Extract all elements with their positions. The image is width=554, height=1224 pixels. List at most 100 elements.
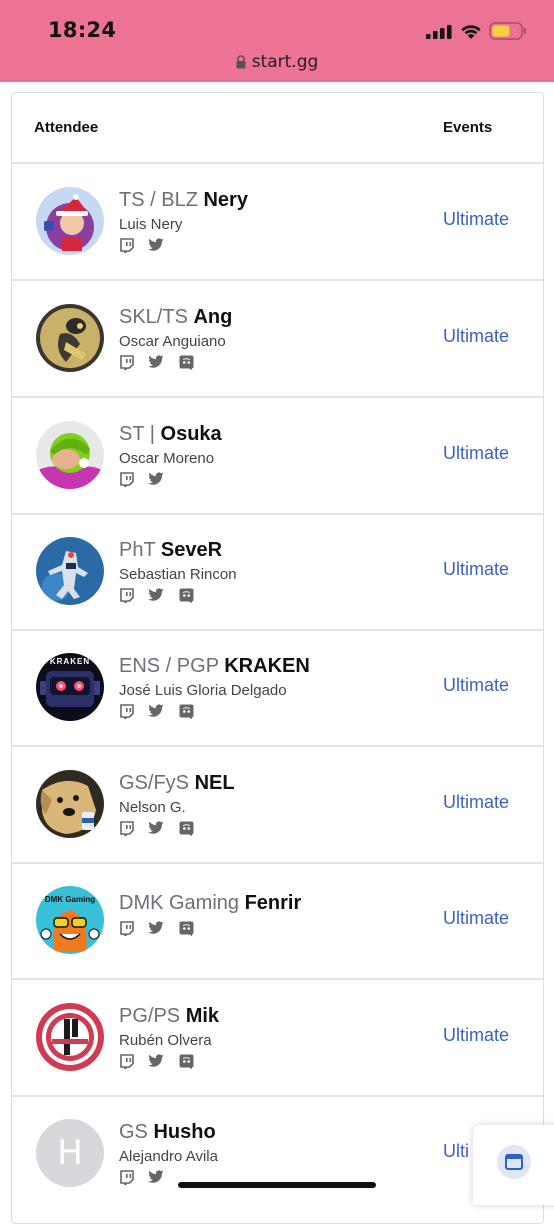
table-row: ST | Osuka Oscar Moreno Ultimate <box>12 398 543 515</box>
event-link[interactable]: Ultimate <box>443 675 509 696</box>
wifi-icon <box>461 25 481 39</box>
avatar[interactable] <box>36 421 104 489</box>
twitch-icon[interactable] <box>119 1170 134 1190</box>
event-link[interactable]: Ulti <box>443 1141 469 1162</box>
twitter-icon[interactable] <box>148 1054 164 1072</box>
twitter-icon[interactable] <box>148 921 164 939</box>
sponsor-prefix: PG/PS <box>119 1005 181 1027</box>
status-bar: 18:24 start.gg <box>0 0 554 82</box>
avatar[interactable] <box>36 770 104 838</box>
twitter-icon[interactable] <box>148 238 164 256</box>
table-row: TS / BLZ Nery Luis Nery Ultimate <box>12 164 543 281</box>
address-bar[interactable]: start.gg <box>0 52 554 72</box>
table-row: SKL/TS Ang Oscar Anguiano Ultimate <box>12 281 543 398</box>
real-name: José Luis Gloria Delgado <box>119 682 287 699</box>
social-links <box>119 921 301 939</box>
discord-icon[interactable] <box>179 1054 194 1074</box>
discord-icon[interactable] <box>179 921 194 941</box>
twitter-icon[interactable] <box>148 1170 164 1188</box>
sponsor-prefix: ENS / PGP <box>119 655 219 677</box>
twitter-icon[interactable] <box>148 472 164 490</box>
floating-panel <box>473 1125 554 1205</box>
sponsor-prefix: PhT <box>119 539 156 561</box>
gamer-tag[interactable]: ENS / PGP KRAKEN <box>119 654 310 678</box>
gamer-tag[interactable]: DMK Gaming Fenrir <box>119 891 301 915</box>
twitch-icon[interactable] <box>119 921 134 941</box>
sponsor-prefix: TS / BLZ <box>119 189 198 211</box>
gamer-tag[interactable]: PhT SeveR <box>119 538 237 562</box>
twitch-icon[interactable] <box>119 1054 134 1074</box>
event-link[interactable]: Ultimate <box>443 908 509 929</box>
status-time: 18:24 <box>48 18 117 42</box>
table-row: H GS Husho Alejandro Avila Ulti <box>12 1096 543 1211</box>
real-name: Nelson G. <box>119 799 186 816</box>
social-links <box>119 1054 219 1072</box>
avatar[interactable] <box>36 187 104 255</box>
sponsor-prefix: GS <box>119 1121 148 1143</box>
social-links <box>119 472 222 490</box>
gamer-tag[interactable]: PG/PS Mik <box>119 1004 219 1028</box>
lock-icon <box>236 55 246 69</box>
table-row: GS/FyS NEL Nelson G. Ultimate <box>12 747 543 864</box>
battery-icon <box>489 22 526 40</box>
floating-action-button[interactable] <box>497 1145 531 1179</box>
table-row: DMK Gaming DMK Gaming Fenrir Ultimate <box>12 863 543 980</box>
table-row: PhT SeveR Sebastian Rincon Ultimate <box>12 514 543 631</box>
event-link[interactable]: Ultimate <box>443 559 509 580</box>
twitter-icon[interactable] <box>148 355 164 373</box>
event-link[interactable]: Ultimate <box>443 443 509 464</box>
url-text: start.gg <box>251 52 319 72</box>
social-links <box>119 821 235 839</box>
discord-icon[interactable] <box>179 704 194 724</box>
table-header: Attendee Events <box>12 93 543 164</box>
real-name: Oscar Moreno <box>119 450 215 467</box>
player-tag: Nery <box>203 189 248 211</box>
real-name: Alejandro Avila <box>119 1148 218 1165</box>
avatar[interactable] <box>36 1003 104 1071</box>
twitch-icon[interactable] <box>119 355 134 375</box>
sponsor-prefix: GS/FyS <box>119 772 190 794</box>
events-column-header: Events <box>443 119 493 136</box>
player-tag: NEL <box>194 772 235 794</box>
event-link[interactable]: Ultimate <box>443 1025 509 1046</box>
event-link[interactable]: Ultimate <box>443 792 509 813</box>
gamer-tag[interactable]: SKL/TS Ang <box>119 305 232 329</box>
event-link[interactable]: Ultimate <box>443 209 509 230</box>
sponsor-prefix: DMK Gaming <box>119 892 240 914</box>
social-links <box>119 238 248 256</box>
twitch-icon[interactable] <box>119 821 134 841</box>
sponsor-prefix: ST | <box>119 423 155 445</box>
twitter-icon[interactable] <box>148 704 164 722</box>
real-name: Luis Nery <box>119 216 183 233</box>
twitter-icon[interactable] <box>148 821 164 839</box>
gamer-tag[interactable]: TS / BLZ Nery <box>119 188 248 212</box>
player-tag: Ang <box>193 306 233 328</box>
twitch-icon[interactable] <box>119 704 134 724</box>
real-name: Oscar Anguiano <box>119 333 226 350</box>
home-indicator <box>178 1182 376 1188</box>
twitch-icon[interactable] <box>119 472 134 492</box>
avatar[interactable]: DMK Gaming <box>36 886 104 954</box>
avatar[interactable] <box>36 304 104 372</box>
player-tag: KRAKEN <box>224 655 310 677</box>
real-name: Rubén Olvera <box>119 1032 212 1049</box>
avatar[interactable]: H <box>36 1119 104 1187</box>
social-links <box>119 355 232 373</box>
gamer-tag[interactable]: ST | Osuka <box>119 422 222 446</box>
window-icon <box>505 1154 523 1170</box>
event-link[interactable]: Ultimate <box>443 326 509 347</box>
twitch-icon[interactable] <box>119 238 134 258</box>
discord-icon[interactable] <box>179 355 194 375</box>
gamer-tag[interactable]: GS Husho <box>119 1120 218 1144</box>
twitch-icon[interactable] <box>119 588 134 608</box>
sponsor-prefix: SKL/TS <box>119 306 188 328</box>
discord-icon[interactable] <box>179 821 194 841</box>
discord-icon[interactable] <box>179 588 194 608</box>
avatar[interactable] <box>36 537 104 605</box>
real-name: Sebastian Rincon <box>119 566 237 583</box>
twitter-icon[interactable] <box>148 588 164 606</box>
attendee-table: Attendee Events TS / BLZ Nery Luis Nery <box>11 92 544 1224</box>
gamer-tag[interactable]: GS/FyS NEL <box>119 771 235 795</box>
attendee-column-header: Attendee <box>34 119 99 136</box>
avatar[interactable]: KRAKEN <box>36 653 104 721</box>
